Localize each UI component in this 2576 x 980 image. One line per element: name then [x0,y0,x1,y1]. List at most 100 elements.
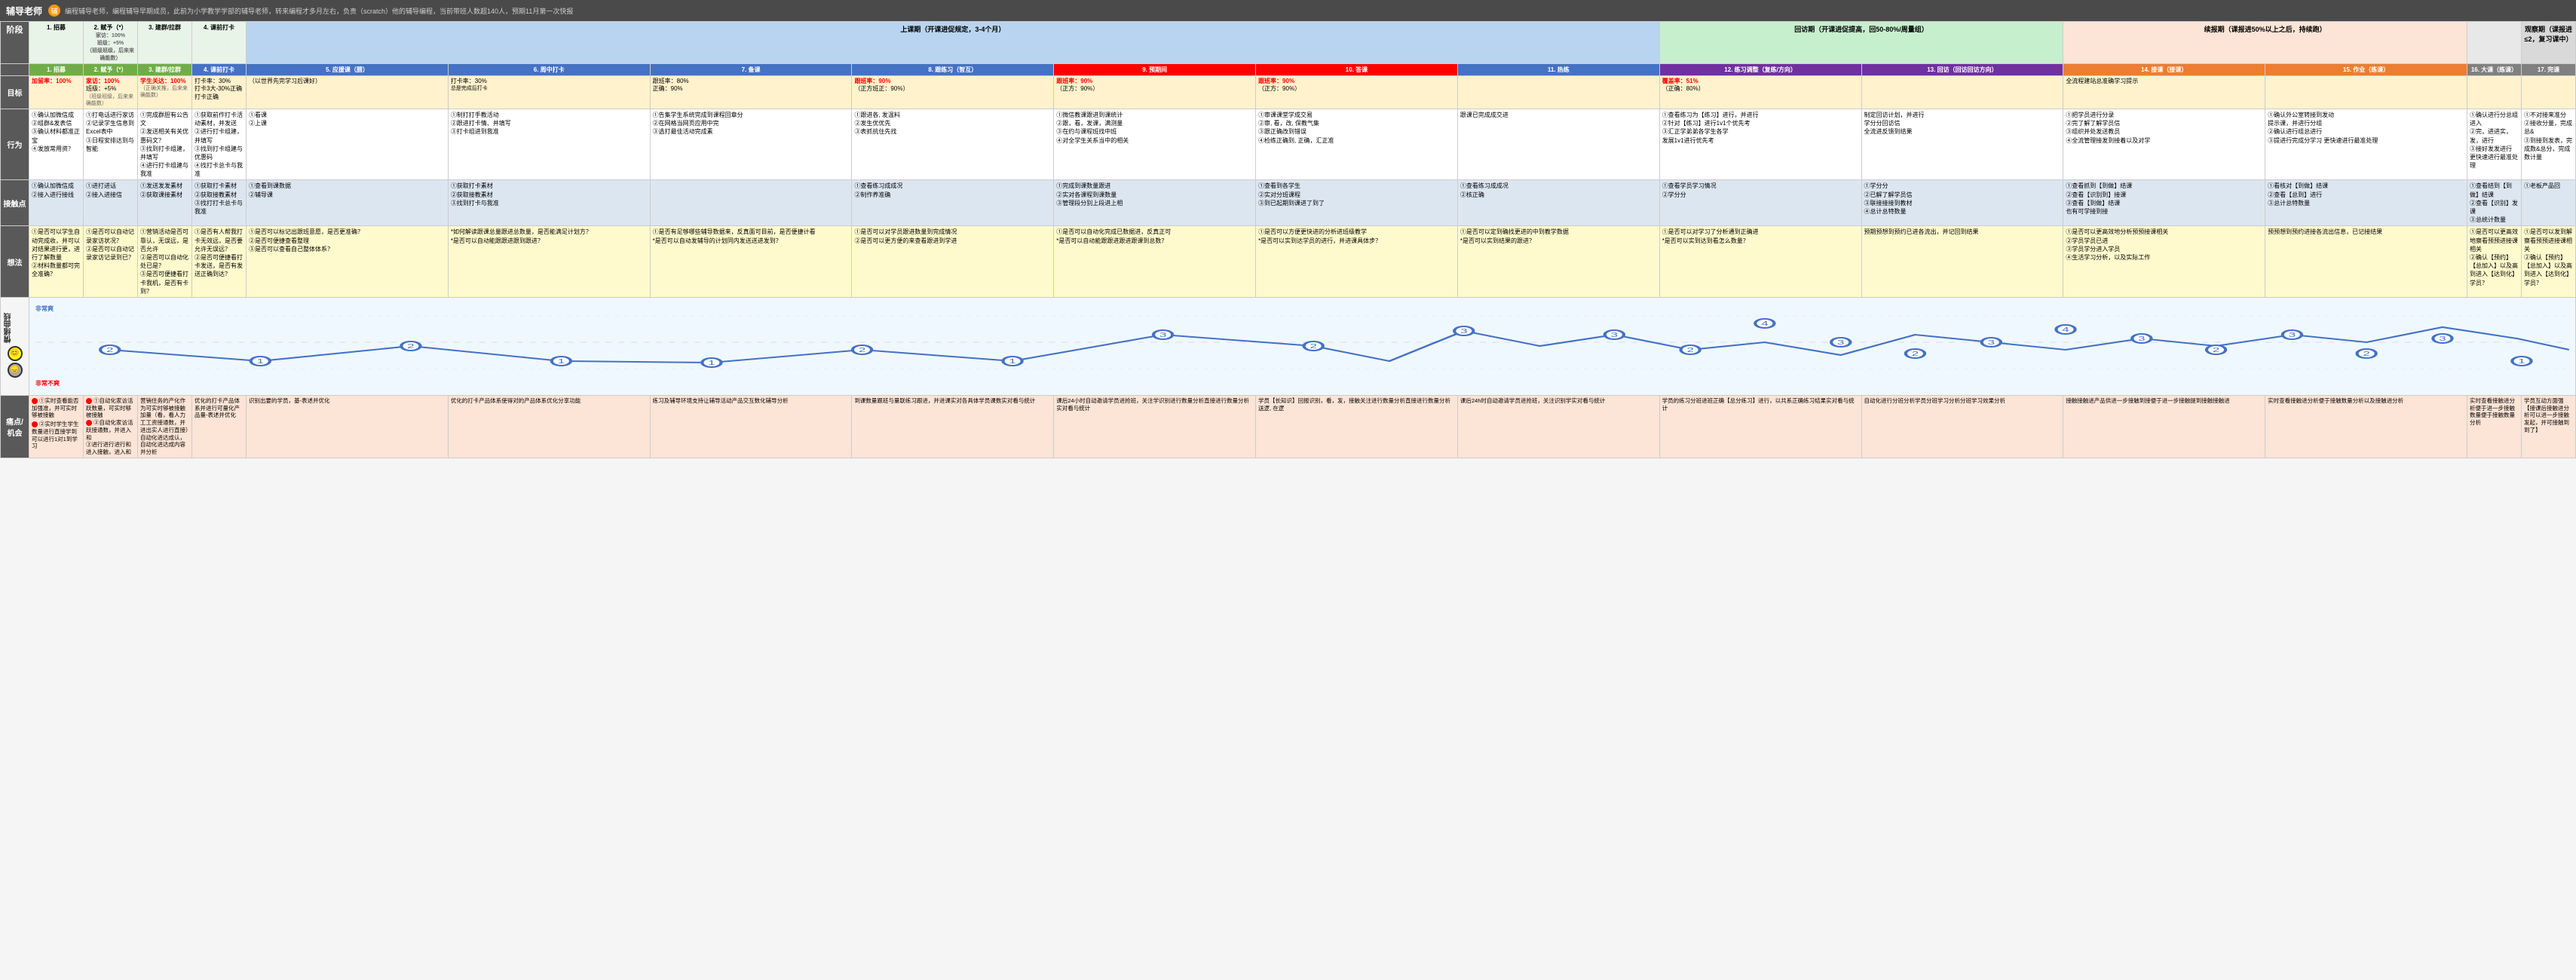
pain-step16: 实时查看接触进分析便于进一步接触数量便于接触数量分析 [2467,395,2522,458]
thought-step2: ①是否可以自动记录家访状况？ ②是否可以自动记录家访记录到已？ [84,226,138,298]
touchpoint-step1: ①确认加微信成 ②接入进行接线 [29,180,84,226]
touchpoint-step7 [650,180,852,226]
emotion-chart: 非常爽 非常不爽 2 [29,297,2576,395]
svg-text:2: 2 [2363,351,2369,357]
svg-text:2: 2 [2213,347,2219,354]
emotion-row: 情绪曲线 😊 😞 非常爽 非常不爽 [1,297,2576,395]
target-step13 [1861,76,2063,109]
target-step2: 家访：100% 班级：+5% （班级班级，后来来确能数） [84,76,138,109]
pain-step14: 接触接触进产品供进一步接触到接便于进一步接触提到接触接触进 [2063,395,2265,458]
header-desc: 编程辅导老师，编程辅导早期成员，此前为小学教学学部的辅导老师，转来编程才多月左右… [65,6,573,16]
behavior-step5: ①看课 ②上课 [247,109,449,180]
svg-text:1: 1 [1009,358,1015,365]
step8-subheader: 8. 跟练习（智互） [852,64,1054,76]
step-subheader-empty [1,64,29,76]
svg-text:3: 3 [1988,339,1995,346]
behavior-row-label: 行为 [1,109,29,180]
behavior-step1: ①确认加微信成 ②组群&发表信 ③确认材料都准正宝 ④发放常用资？ [29,109,84,180]
touchpoint-step9: ①完成到课数量跟进 ②实对各课程到课数量 ③管理段分别上段进上相 [1054,180,1256,226]
touchpoint-step16: ①查看结到【到做】结课 ②查看【识别】发课 ③总统计数量 [2467,180,2522,226]
pain-row-label: 痛点/机会 [1,395,29,458]
touchpoint-step10: ①查看到各学生 ②实对分班课程 ③到已起期到课进了到了 [1256,180,1458,226]
pain-step3: 营销住务的产化作为可实时够被接触加量（看，看人力工工资接通数，并进出实人进行直接… [138,395,192,458]
recovery-phase-label: 回访期（开课进促提高，回50-80%/周量组） [1659,22,2063,64]
touchpoint-step4: ①获取打卡素材 ②获取接教素材 ③找打打卡总卡与我准 [192,180,247,226]
pain-step12: 学员的练习分班进班正确【总分练习】进行，以共系正确练习结果实对看与统计 [1659,395,1861,458]
thought-step7: ①是否有足够哪些辅导数据来，反真面可目前，是否便捷计看 *是否可以自动发辅导的计… [650,226,852,298]
svg-text:4: 4 [2062,326,2069,333]
emotion-svg: 2 1 2 1 1 [35,301,2569,384]
svg-text:1: 1 [558,358,565,365]
step3-header: 3. 建群/拉群 [138,22,192,64]
target-step14: 全流程建站总准确学习提示 [2063,76,2265,109]
emotion-row-label: 情绪曲线 😊 😞 [1,297,29,395]
thought-step8: ①是否可以对学员跟进数量到完成情况 ②是否可以更方便的来查看跟进到学进 [852,226,1054,298]
step9-subheader: 9. 预期间 [1054,64,1256,76]
target-row: 目标 加留率：100% 家访：100% 班级：+5% （班级班级，后来来确能数）… [1,76,2576,109]
svg-text:3: 3 [1837,339,1844,346]
pain-step11: 课后24h时自动邀请学员进抢班，关注识别学实对看与统计 [1457,395,1659,458]
svg-text:2: 2 [1686,347,1693,354]
step10-subheader: 10. 答课 [1256,64,1458,76]
thought-step15: 预预想到预约进接各流出信息，已记接结果 [2265,226,2467,298]
thought-step13: 预期预想到预约已进各流出，并记回到结果 [1861,226,2063,298]
target-step4: 打卡率：30% 打卡3大-30%正确 打卡正确 [192,76,247,109]
behavior-step9: ①微信教课跟进到课统计 ②跟，看，发课，满测量 ③在约与课程班找中班 ④对全学生… [1054,109,1256,180]
pain-step4: 优化的打卡产品体系并进行可量化产品量-表述并优化 [192,395,247,458]
pain-step2: ①自动化家访活跃数量，可实时够被接触 ②自动化家访活跃接通数，并进入和 ③进行进… [84,395,138,458]
svg-text:2: 2 [1912,351,1919,357]
target-step5: （以世界先完学习后课好） [247,76,449,109]
pain-step6: 优化的打卡产品体系使得对的产品体系优化分享功能 [448,395,650,458]
svg-text:3: 3 [2289,332,2296,338]
svg-text:4: 4 [1761,320,1768,327]
behavior-step11: 跟课已完成成交进 [1457,109,1659,180]
step1-header: 1. 招募 [29,22,84,64]
step12-subheader: 12. 练习调整（复练/方向） [1659,64,1861,76]
phase-row: 阶段 1. 招募 2. 赋予（*） 家访：100%班级：+5%（班级班级，后来来… [1,22,2576,64]
target-step7: 跟班率：80% 正确：90% [650,76,852,109]
thought-step5: ①是否可以标记出跟班意愿，是否更准确？ ②是否可便捷查看整理 ③是否可以查看自己… [247,226,449,298]
behavior-row: 行为 ①确认加微信成 ②组群&发表信 ③确认材料都准正宝 ④发放常用资？ ①打电… [1,109,2576,180]
behavior-step2: ①打电话进行家访 ②记录学生信息到Excel表中 ③日程安排达到与智能 [84,109,138,180]
target-step9: 跟班率：90% （正方：90%） [1054,76,1256,109]
target-step12: 覆盖率：51% （正确：80%） [1659,76,1861,109]
thought-step6: *如何解读跟课总量跟进总数量，是否能满足计划方？ *是否可以自动能跟跟进跟到跟进… [448,226,650,298]
step16-subheader: 16. 大课（练课） [2467,64,2522,76]
step2-header: 2. 赋予（*） 家访：100%班级：+5%（班级班级，后来来确能数） [84,22,138,64]
target-step11 [1457,76,1659,109]
touchpoint-row-label: 接触点 [1,180,29,226]
step3-subheader: 3. 建群/拉群 [138,64,192,76]
pain-row: 痛点/机会 ①实时查看能否加强准，并可实时够被接触 ②实时学生学生数量进行直接学… [1,395,2576,458]
touchpoint-row: 接触点 ①确认加微信成 ②接入进行接线 ①进打进话 ②接入进接信 ①发送发发素材… [1,180,2576,226]
svg-text:3: 3 [1611,332,1618,338]
pain-step7: 练习及辅导环境支持让辅导活动产品交互数化辅导分析 [650,395,852,458]
behavior-step16: ①确认进行分总组进入 ②完，进进实，发，进行 ③接好发发进行 更快速进行最准处理 [2467,109,2522,180]
svg-text:3: 3 [1460,328,1467,335]
step7-subheader: 7. 备课 [650,64,852,76]
thought-step12: ①是否可以对学习了分析通到正确进 *是否可以实到达到看怎么数量？ [1659,226,1861,298]
step15-subheader: 15. 作业（练课） [2265,64,2467,76]
step17-subheader: 17. 完课 [2522,64,2576,76]
behavior-step6: ①制打打手教活动 ②跟进打卡情、并填写 ③打卡组进到我准 [448,109,650,180]
behavior-step17: ①不对接来准分 ②接收分量，完成总& ③到接到发表，完成数&总分，完成数计量 [2522,109,2576,180]
target-step3: 学生关达：100% （正确关推，后来来确能数） [138,76,192,109]
upper-phase-label: 上课期（开课进促规定，3-4个月） [247,22,1660,64]
svg-text:1: 1 [257,358,264,365]
svg-text:2: 2 [407,343,414,350]
touchpoint-step15: ①看核对【到做】结课 ②查看【总到】进行 ③总计总特数量 [2265,180,2467,226]
target-step17 [2522,76,2576,109]
touchpoint-step6: ①获取打卡素材 ②获取接教素材 ③找到打卡与我准 [448,180,650,226]
touchpoint-step13: ①学分分 ②已解了解学员信 ③联接接接到教材 ④总计总特数量 [1861,180,2063,226]
behavior-step7: ①告集学生系统完成到课程回章分 ②在网格当网页应用中完 ③选打最佳活动完成素 [650,109,852,180]
svg-text:3: 3 [2138,335,2145,342]
step4-subheader: 4. 课前打卡 [192,64,247,76]
behavior-step8: ①跟进各, 发温料 ②发生优优先 ③表抓抗住先找 [852,109,1054,180]
pain-step10: 学员【长知识】回报识别，看，发，接触关注进行数量分析直接进行数量分析送逻, 在逻 [1256,395,1458,458]
view-phase-label: 观察期（课报进≤2，复习课中） [2522,22,2576,64]
step14-subheader: 14. 接课（接课） [2063,64,2265,76]
pain-step17: 学员互动方面强 【接课后接触进分析可以进一步接触发起，并可接触到到了】 [2522,395,2576,458]
retention-phase-label: 续报期（课报进50%以上之后，持续跑） [2063,22,2467,64]
thought-step16: ①是否可以更高效地察看预预进接课相关 ②确认【预约】【总加入】以及高到进入【达到… [2467,226,2522,298]
touchpoint-step5: ①查看到课数据 ②辅导课 [247,180,449,226]
step6-subheader: 6. 周中打卡 [448,64,650,76]
